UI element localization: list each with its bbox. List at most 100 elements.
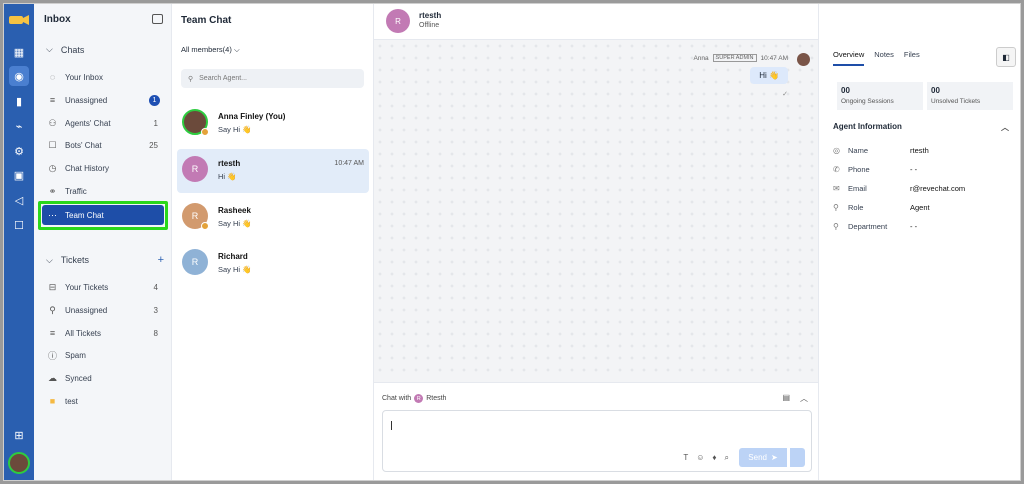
nav-your-tickets[interactable]: ⊟ Your Tickets 4 — [42, 277, 164, 297]
chevron-down-icon: ⌵ — [46, 254, 53, 265]
contact-status: Offline — [419, 22, 440, 29]
nav-label: Your Tickets — [65, 282, 109, 292]
bot-icon: ☐ — [48, 139, 57, 150]
nav-label: Agents' Chat — [65, 118, 111, 128]
nav-unassigned[interactable]: ≡ Unassigned 1 — [42, 90, 164, 110]
chat-item-preview: Say Hi 👋 — [218, 219, 252, 228]
tab-files[interactable]: Files — [904, 50, 920, 66]
user-avatar[interactable] — [8, 452, 30, 474]
nav-chat-history[interactable]: ◷ Chat History — [42, 158, 164, 178]
nav-all-tickets[interactable]: ≡ All Tickets 8 — [42, 323, 164, 343]
microphone-icon[interactable]: ♦ — [712, 453, 716, 463]
field-email: ✉ Email r@revechat.com — [833, 184, 1009, 193]
template-icon[interactable]: ▤ — [782, 393, 790, 404]
sender-avatar — [797, 53, 810, 66]
grid-icon[interactable]: ▦ — [9, 42, 29, 62]
department-icon: ⚲ — [833, 222, 839, 231]
gift-icon[interactable]: ⊞ — [9, 425, 29, 445]
inbox-icon: ◌ — [49, 72, 56, 82]
chat-item-preview: Say Hi 👋 — [218, 265, 252, 274]
nav-count: 1 — [153, 118, 158, 128]
agent-info-header[interactable]: Agent Information ︿ — [833, 122, 1009, 133]
nav-test-folder[interactable]: ■ test — [42, 391, 164, 411]
chat-item-richard[interactable]: R Richard Say Hi 👋 — [177, 242, 369, 286]
inbox-title: Inbox — [44, 14, 71, 25]
tickets-section-label: Tickets — [60, 255, 89, 265]
details-panel: Overview Notes Files ◧ 00 Ongoing Sessio… — [818, 4, 1020, 480]
emoji-icon[interactable]: ☺ — [696, 453, 704, 463]
ongoing-sessions-value: 00 — [841, 86, 850, 95]
message-input[interactable]: T ☺ ♦ ⌕ Send ➤ — [382, 410, 812, 472]
ongoing-sessions-card: 00 Ongoing Sessions — [837, 82, 923, 110]
field-phone: ✆ Phone - - — [833, 165, 1009, 174]
nav-synced[interactable]: ☁ Synced — [42, 368, 164, 388]
chats-section-toggle[interactable]: ⌵ Chats — [46, 44, 164, 55]
send-options-button[interactable] — [789, 448, 805, 467]
chart-icon[interactable]: ▮ — [9, 91, 29, 111]
nav-unassigned-tickets[interactable]: ⚲ Unassigned 3 — [42, 300, 164, 320]
nav-label: Chat History — [65, 163, 110, 173]
avatar: R — [182, 156, 208, 182]
user-icon: ◎ — [833, 146, 840, 155]
attachment-icon[interactable]: ⌕ — [725, 453, 729, 463]
text-format-icon[interactable]: T — [683, 453, 688, 463]
chat-with-label: Chat with — [382, 395, 412, 402]
inbox-panel: Inbox ⌵ Chats ◌ Your Inbox ≡ Unassigned 1 ⚇… — [34, 4, 172, 480]
nav-label: All Tickets — [65, 328, 102, 338]
chat-item-rasheek[interactable]: R Rasheek Say Hi 👋 — [177, 196, 369, 240]
contact-icon[interactable]: ▣ — [9, 165, 29, 185]
chat-item-name: Anna Finley (You) — [218, 112, 286, 121]
chat-item-preview: Say Hi 👋 — [218, 125, 252, 134]
field-value: - - — [910, 222, 918, 231]
bot-icon[interactable]: ☐ — [9, 215, 29, 235]
field-value: - - — [910, 165, 918, 174]
plug-icon[interactable]: ⌁ — [9, 116, 29, 136]
contact-avatar: R — [386, 9, 410, 33]
nav-bots-chat[interactable]: ☐ Bots' Chat 25 — [42, 135, 164, 155]
tickets-section-toggle[interactable]: ⌵ Tickets + — [46, 254, 164, 266]
chat-background — [374, 40, 818, 380]
field-label: Phone — [848, 165, 870, 174]
nav-spam[interactable]: ⓘ Spam — [42, 345, 164, 365]
message-time: 10:47 AM — [760, 54, 788, 62]
chat-item-name: Richard — [218, 252, 248, 261]
agents-icon: ⚇ — [48, 117, 57, 128]
search-icon: ⚲ — [188, 75, 194, 83]
tab-notes[interactable]: Notes — [874, 50, 894, 66]
nav-traffic[interactable]: ⚭ Traffic — [42, 181, 164, 201]
settings-icon[interactable]: ⚙ — [9, 141, 29, 161]
chat-with-avatar: R — [414, 394, 424, 403]
members-filter[interactable]: All members(4) ⌵ — [181, 45, 240, 55]
megaphone-icon[interactable]: ◁ — [9, 190, 29, 210]
chevron-up-icon[interactable]: ︿ — [800, 393, 808, 404]
nav-your-inbox[interactable]: ◌ Your Inbox — [42, 67, 164, 87]
tab-overview[interactable]: Overview — [833, 50, 865, 66]
chat-with: Chat with R Rtesth — [382, 394, 446, 403]
nav-count: 4 — [153, 282, 158, 292]
chat-area: R rtesth Offline Anna SUPER ADMIN 10:47 … — [374, 4, 818, 480]
field-label: Email — [848, 184, 867, 193]
search-agent-input[interactable]: ⚲ Search Agent... — [181, 69, 364, 88]
field-label: Department — [848, 222, 888, 231]
chat-icon[interactable]: ◉ — [9, 66, 29, 86]
logo-icon[interactable] — [8, 14, 30, 26]
role-icon: ⚲ — [833, 203, 839, 212]
folder-icon: ■ — [49, 396, 56, 406]
add-ticket-icon[interactable]: + — [158, 254, 164, 266]
nav-label: Your Inbox — [65, 72, 103, 82]
field-label: Role — [848, 203, 864, 212]
field-department: ⚲ Department - - — [833, 222, 1009, 231]
field-value: r@revechat.com — [910, 184, 966, 193]
left-rail: ▦ ◉ ▮ ⌁ ⚙ ▣ ◁ ☐ ⊞ — [4, 4, 34, 480]
delivered-check-icon: ✓ — [782, 91, 788, 98]
chat-item-rtesth[interactable]: R rtesth Hi 👋 10:47 AM — [177, 149, 369, 193]
collapse-panel-icon[interactable] — [152, 14, 163, 24]
nav-count: 3 — [153, 305, 158, 315]
toggle-panel-icon[interactable]: ◧ — [996, 47, 1016, 67]
chat-item-anna[interactable]: Anna Finley (You) Say Hi 👋 — [177, 102, 369, 146]
ongoing-sessions-label: Ongoing Sessions — [841, 98, 894, 105]
send-button[interactable]: Send ➤ — [739, 448, 787, 467]
chats-section-label: Chats — [60, 44, 85, 55]
nav-agents-chat[interactable]: ⚇ Agents' Chat 1 — [42, 113, 164, 133]
unsolved-tickets-card: 00 Unsolved Tickets — [927, 82, 1013, 110]
